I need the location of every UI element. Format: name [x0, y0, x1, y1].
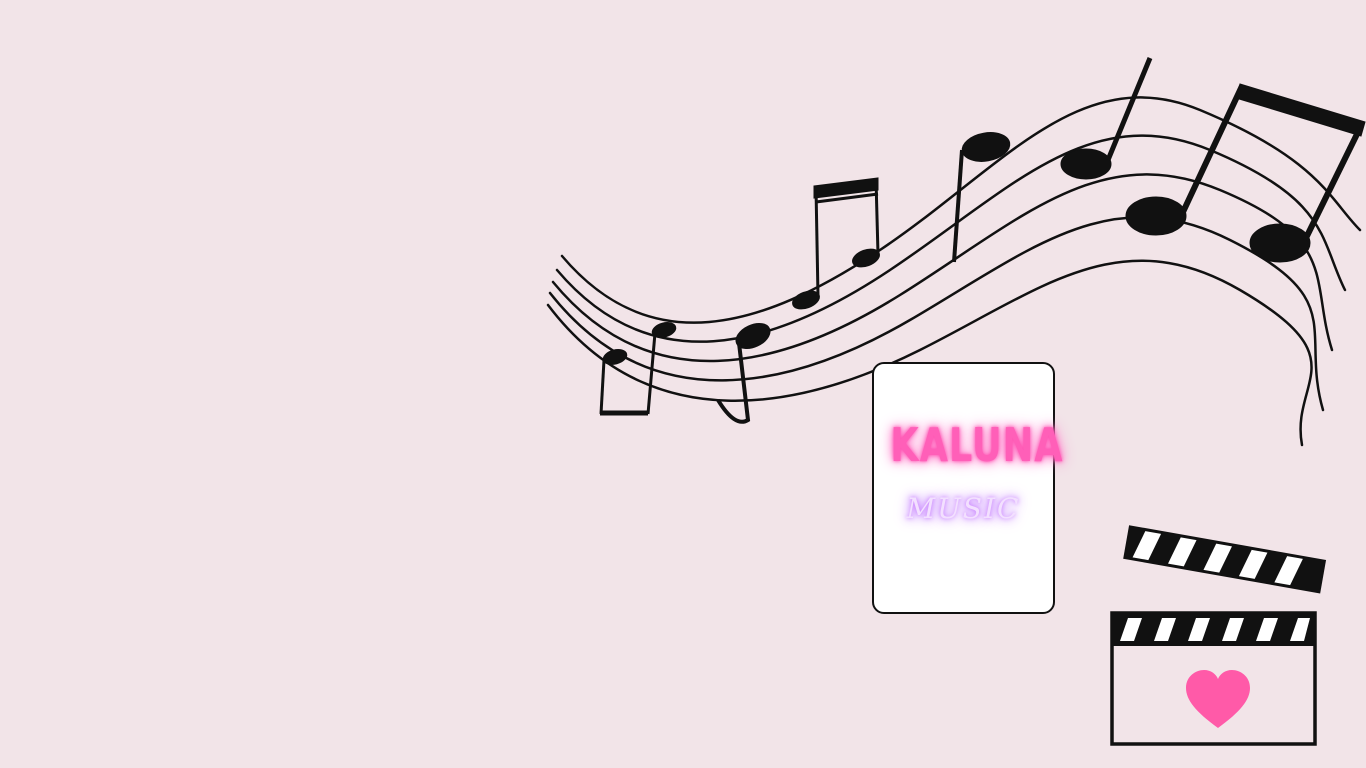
scene-illustration: [546, 57, 1366, 746]
clapperboard-icon: [1110, 525, 1327, 746]
brand-subtitle: MUSIC: [906, 492, 1021, 525]
brand-title: KALUNA: [890, 418, 1064, 472]
music-player-card: [872, 362, 1055, 614]
heart-icon: [1186, 670, 1250, 728]
